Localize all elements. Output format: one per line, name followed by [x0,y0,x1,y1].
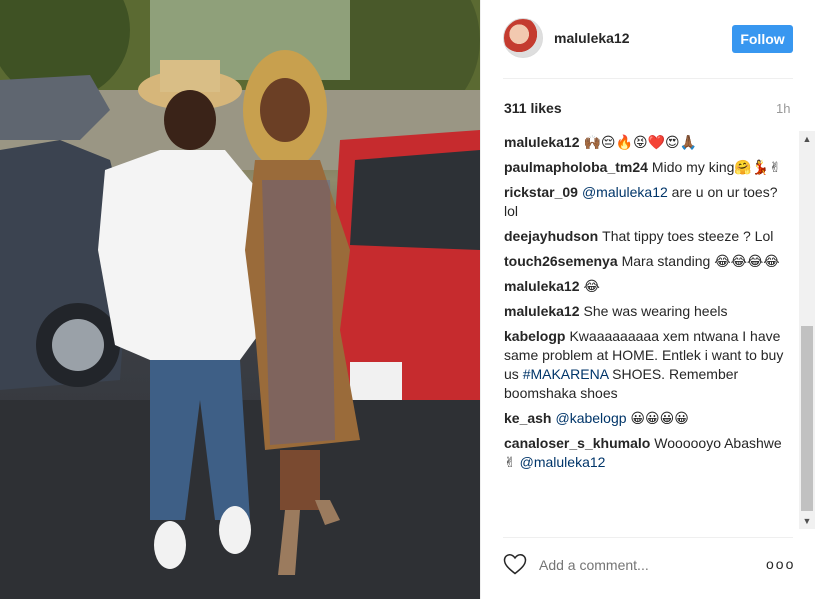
instagram-post-view: maluleka12 Follow 311 likes 1h maluleka1… [0,0,815,599]
comment-mention-link[interactable]: @maluleka12 [520,454,606,470]
comment-item: deejayhudson That tippy toes steeze ? Lol [504,227,792,246]
comment-text: 🙌🏾😔🔥😝❤️😍🙏🏾 [583,134,698,150]
comment-username[interactable]: maluleka12 [504,303,580,319]
more-options-icon[interactable]: ooo [766,556,795,572]
post-photo[interactable] [0,0,480,599]
scroll-down-arrow-icon[interactable]: ▼ [799,513,815,529]
comment-text: That tippy toes steeze ? Lol [602,228,774,244]
comment-item: paulmapholoba_tm24 Mido my king🤗💃✌ [504,158,792,177]
post-username[interactable]: maluleka12 [554,30,630,46]
comment-username[interactable]: ke_ash [504,410,551,426]
footer-divider [503,537,793,538]
avatar[interactable] [503,18,543,58]
comment-username[interactable]: deejayhudson [504,228,598,244]
heart-icon[interactable] [503,553,527,575]
comment-item: rickstar_09 @maluleka12 are u on ur toes?… [504,183,792,221]
comment-item: kabelogp Kwaaaaaaaaa xem ntwana I have sa… [504,327,792,403]
comment-username[interactable]: paulmapholoba_tm24 [504,159,648,175]
comment-item: ke_ash @kabelogp 😀😀😀😀 [504,409,792,428]
comment-text: She was wearing heels [583,303,728,319]
comment-username[interactable]: kabelogp [504,328,565,344]
post-time[interactable]: 1h [776,101,790,116]
post-details-panel: maluleka12 Follow 311 likes 1h maluleka1… [480,0,815,599]
comment-mention-link[interactable]: #MAKARENA [523,366,609,382]
comments-list: maluleka12 🙌🏾😔🔥😝❤️😍🙏🏾 paulmapholoba_tm24 Mi… [504,133,792,528]
scroll-up-arrow-icon[interactable]: ▲ [799,131,815,147]
comment-username[interactable]: rickstar_09 [504,184,578,200]
comment-mention-link[interactable]: @kabelogp [555,410,626,426]
comment-username[interactable]: touch26semenya [504,253,618,269]
comment-item: maluleka12 🙌🏾😔🔥😝❤️😍🙏🏾 [504,133,792,152]
comment-text: Mara standing 😂😂😂😂 [621,253,780,269]
comment-text: 😀😀😀😀 [626,410,689,426]
comment-item: maluleka12 She was wearing heels [504,302,792,321]
likes-count[interactable]: 311 likes [504,100,562,116]
comment-username[interactable]: maluleka12 [504,278,580,294]
post-header: maluleka12 Follow [481,0,815,78]
comment-username[interactable]: canaloser_s_khumalo [504,435,650,451]
comment-item: touch26semenya Mara standing 😂😂😂😂 [504,252,792,271]
scrollbar-thumb[interactable] [801,326,813,511]
comments-scrollbar[interactable]: ▲ ▼ [799,131,815,529]
comment-text: 😂 [583,278,600,294]
comment-username[interactable]: maluleka12 [504,134,580,150]
comment-item: canaloser_s_khumalo Woooooyo Abashwe✌ @ma… [504,434,792,472]
add-comment-input[interactable] [539,554,749,576]
photo-illustration [0,0,480,599]
comment-item: maluleka12 😂 [504,277,792,296]
header-divider [503,78,793,79]
follow-button[interactable]: Follow [732,25,793,53]
comment-text: Mido my king🤗💃✌ [651,159,781,175]
comment-mention-link[interactable]: @maluleka12 [582,184,668,200]
